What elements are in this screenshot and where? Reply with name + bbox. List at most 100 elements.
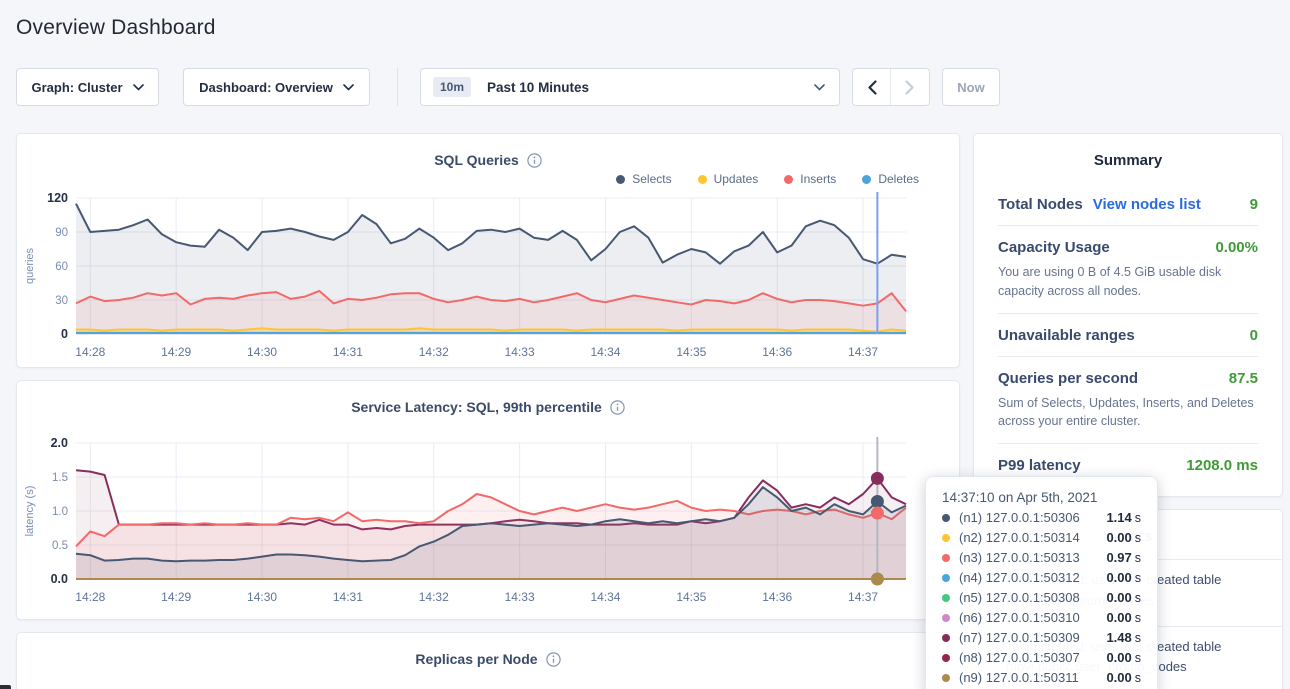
svg-text:14:31: 14:31: [333, 345, 363, 359]
chart-hover-tooltip: 14:37:10 on Apr 5th, 2021 (n1) 127.0.0.1…: [925, 476, 1158, 689]
summary-row-queries-per-second: Queries per second 87.5 Sum of Selects, …: [998, 356, 1258, 444]
charts-column: SQL Queries Selects Updates Inserts Dele…: [16, 133, 960, 689]
tooltip-node-row: (n8) 127.0.0.1:50307 0.00 s: [942, 650, 1141, 665]
time-range-badge: 10m: [433, 77, 471, 97]
capacity-usage-value: 0.00%: [1215, 239, 1258, 256]
tooltip-node-row: (n2) 127.0.0.1:50314 0.00 s: [942, 530, 1141, 545]
svg-text:14:35: 14:35: [676, 345, 706, 359]
graph-dropdown-label: Graph: Cluster: [31, 80, 122, 95]
tooltip-node-row: (n5) 127.0.0.1:50308 0.00 s: [942, 590, 1141, 605]
svg-text:14:28: 14:28: [75, 590, 105, 604]
total-nodes-value: 9: [1250, 196, 1258, 213]
svg-text:0.5: 0.5: [52, 540, 68, 552]
tooltip-node-row: (n3) 127.0.0.1:50313 0.97 s: [942, 550, 1141, 565]
queries-per-second-value: 87.5: [1229, 370, 1258, 387]
legend-item-inserts[interactable]: Inserts: [784, 172, 836, 186]
svg-text:14:29: 14:29: [161, 345, 191, 359]
svg-text:14:32: 14:32: [419, 590, 449, 604]
svg-text:14:31: 14:31: [333, 590, 363, 604]
view-nodes-list-link[interactable]: View nodes list: [1093, 196, 1201, 213]
svg-text:30: 30: [55, 295, 68, 307]
cutoff-corner-element: [0, 685, 11, 689]
service-latency-chart-card: Service Latency: SQL, 99th percentile 14…: [16, 380, 960, 620]
chevron-right-icon: [905, 80, 915, 95]
summary-body: Total Nodes View nodes list 9 Capacity U…: [974, 183, 1282, 496]
replicas-chart-title: Replicas per Node: [415, 651, 537, 667]
chevron-left-icon: [867, 80, 877, 95]
time-next-button[interactable]: [891, 69, 929, 105]
tooltip-rows: (n1) 127.0.0.1:50306 1.14 s (n2) 127.0.0…: [942, 510, 1141, 685]
node-latency-value: 0.00: [1106, 670, 1131, 685]
svg-text:14:30: 14:30: [247, 345, 277, 359]
tooltip-node-row: (n9) 127.0.0.1:50311 0.00 s: [942, 670, 1141, 685]
svg-text:14:29: 14:29: [161, 590, 191, 604]
chevron-down-icon: [814, 84, 825, 91]
time-range-picker[interactable]: 10m Past 10 Minutes: [420, 68, 840, 106]
summary-row-unavailable-ranges: Unavailable ranges 0: [998, 313, 1258, 356]
summary-panel: Summary Total Nodes View nodes list 9 Ca…: [973, 133, 1283, 497]
svg-text:60: 60: [55, 261, 68, 273]
node-color-dot: [942, 554, 950, 562]
svg-text:14:33: 14:33: [505, 590, 535, 604]
toolbar-divider: [397, 68, 398, 106]
node-color-dot: [942, 634, 950, 642]
node-color-dot: [942, 574, 950, 582]
node-address: (n4) 127.0.0.1:50312: [959, 570, 1080, 585]
node-color-dot: [942, 614, 950, 622]
node-address: (n6) 127.0.0.1:50310: [959, 610, 1080, 625]
now-button[interactable]: Now: [942, 68, 1000, 106]
node-latency-value: 1.48: [1106, 630, 1131, 645]
time-prev-button[interactable]: [853, 69, 891, 105]
dashboard-dropdown[interactable]: Dashboard: Overview: [183, 68, 370, 106]
node-latency-unit: s: [1135, 671, 1141, 685]
node-latency-unit: s: [1135, 591, 1141, 605]
time-pager: [852, 68, 930, 106]
summary-row-total-nodes: Total Nodes View nodes list 9: [998, 183, 1258, 225]
node-latency-unit: s: [1135, 631, 1141, 645]
svg-text:14:37: 14:37: [848, 590, 878, 604]
legend-item-selects[interactable]: Selects: [616, 172, 671, 186]
node-latency-unit: s: [1135, 571, 1141, 585]
dashboard-dropdown-label: Dashboard: Overview: [199, 80, 333, 95]
chevron-down-icon: [133, 84, 144, 91]
node-latency-unit: s: [1135, 531, 1141, 545]
summary-title: Summary: [974, 134, 1282, 183]
service-latency-chart-title: Service Latency: SQL, 99th percentile: [351, 399, 602, 415]
info-icon[interactable]: [546, 652, 561, 667]
node-latency-unit: s: [1135, 651, 1141, 665]
info-icon[interactable]: [610, 400, 625, 415]
info-icon[interactable]: [527, 153, 542, 168]
chart-title-row: SQL Queries: [17, 134, 959, 170]
node-address: (n5) 127.0.0.1:50308: [959, 590, 1080, 605]
svg-text:14:33: 14:33: [505, 345, 535, 359]
service-latency-chart[interactable]: 14:2814:2914:3014:3114:3214:3314:3414:35…: [17, 433, 959, 609]
svg-text:14:32: 14:32: [419, 345, 449, 359]
node-latency-value: 0.00: [1106, 570, 1131, 585]
svg-text:0.0: 0.0: [51, 572, 68, 586]
node-address: (n3) 127.0.0.1:50313: [959, 550, 1080, 565]
svg-text:120: 120: [47, 191, 68, 205]
svg-text:14:36: 14:36: [762, 345, 792, 359]
unavailable-ranges-value: 0: [1250, 327, 1258, 344]
inserts-color-dot: [784, 175, 793, 184]
svg-text:14:36: 14:36: [762, 590, 792, 604]
sql-queries-chart[interactable]: 14:2814:2914:3014:3114:3214:3314:3414:35…: [17, 188, 959, 364]
svg-text:queries: queries: [24, 247, 36, 284]
sql-queries-chart-card: SQL Queries Selects Updates Inserts Dele…: [16, 133, 960, 368]
node-color-dot: [942, 654, 950, 662]
svg-text:0: 0: [61, 327, 68, 341]
node-latency-value: 0.00: [1106, 650, 1131, 665]
node-latency-unit: s: [1135, 511, 1141, 525]
svg-text:14:34: 14:34: [590, 590, 620, 604]
p99-latency-value: 1208.0 ms: [1186, 457, 1258, 474]
node-latency-value: 0.00: [1106, 530, 1131, 545]
legend-item-updates[interactable]: Updates: [698, 172, 759, 186]
svg-text:14:37: 14:37: [848, 345, 878, 359]
legend-item-deletes[interactable]: Deletes: [862, 172, 919, 186]
svg-text:90: 90: [55, 227, 68, 239]
tooltip-node-row: (n1) 127.0.0.1:50306 1.14 s: [942, 510, 1141, 525]
toolbar: Graph: Cluster Dashboard: Overview 10m P…: [16, 68, 1290, 106]
node-color-dot: [942, 534, 950, 542]
graph-dropdown[interactable]: Graph: Cluster: [16, 68, 159, 106]
node-latency-value: 0.00: [1106, 590, 1131, 605]
